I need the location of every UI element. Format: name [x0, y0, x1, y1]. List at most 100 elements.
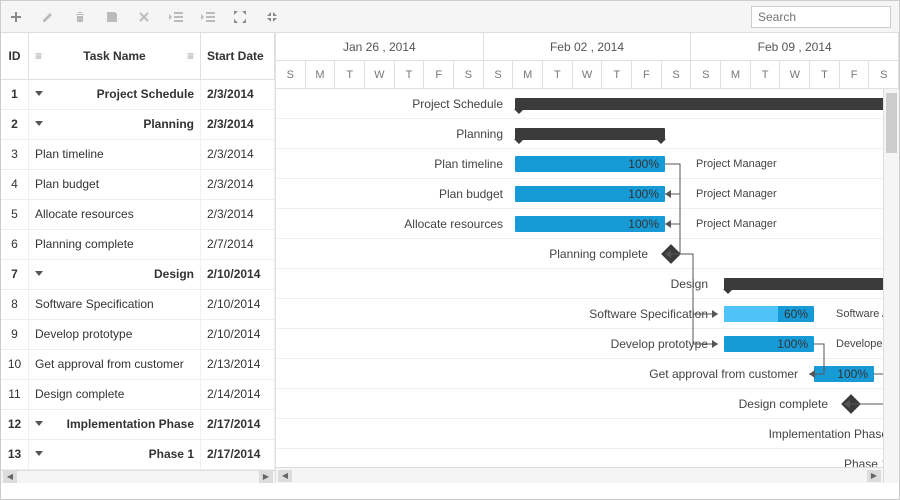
- table-row[interactable]: 3 Plan timeline 2/3/2014: [1, 140, 275, 170]
- day-header: S: [276, 61, 306, 89]
- table-row[interactable]: 10 Get approval from customer 2/13/2014: [1, 350, 275, 380]
- resource-label: Project Manager: [696, 218, 777, 230]
- milestone-marker[interactable]: [661, 244, 681, 264]
- task-bar[interactable]: 100%: [515, 216, 665, 232]
- progress-label: 100%: [628, 217, 659, 231]
- table-row[interactable]: 4 Plan budget 2/3/2014: [1, 170, 275, 200]
- trash-icon[interactable]: [73, 10, 87, 24]
- summary-bar[interactable]: [515, 128, 665, 140]
- progress-label: 100%: [628, 157, 659, 171]
- search-input[interactable]: [751, 6, 891, 28]
- task-bar[interactable]: 60%: [724, 306, 814, 322]
- progress-label: 100%: [628, 187, 659, 201]
- indent-icon[interactable]: [201, 10, 215, 24]
- task-label: Software Specification: [276, 307, 716, 321]
- week-header: Feb 02 , 2014: [484, 33, 692, 61]
- day-header: T: [543, 61, 573, 89]
- gantt-row: Get approval from customer 100%: [276, 359, 899, 389]
- cell-id: 11: [1, 380, 29, 409]
- task-label: Planning: [276, 127, 511, 141]
- caret-icon[interactable]: [35, 271, 43, 276]
- table-row[interactable]: 6 Planning complete 2/7/2014: [1, 230, 275, 260]
- caret-icon[interactable]: [35, 91, 43, 96]
- table-row[interactable]: 2 Planning 2/3/2014: [1, 110, 275, 140]
- caret-icon[interactable]: [35, 421, 43, 426]
- cell-id: 6: [1, 230, 29, 259]
- cell-name: Get approval from customer: [29, 350, 201, 379]
- caret-icon[interactable]: [35, 121, 43, 126]
- day-header: S: [454, 61, 484, 89]
- cell-date: 2/10/2014: [201, 290, 275, 319]
- gantt-row: Planning: [276, 119, 899, 149]
- progress-label: 100%: [777, 337, 808, 351]
- cell-date: 2/3/2014: [201, 80, 275, 109]
- cell-id: 1: [1, 80, 29, 109]
- day-header: T: [751, 61, 781, 89]
- cell-date: 2/3/2014: [201, 140, 275, 169]
- cell-id: 3: [1, 140, 29, 169]
- day-header: T: [335, 61, 365, 89]
- task-bar[interactable]: 100%: [814, 366, 874, 382]
- day-header: T: [602, 61, 632, 89]
- col-id[interactable]: ID: [1, 33, 29, 79]
- resource-label: Developer: [836, 338, 886, 350]
- summary-bar[interactable]: [724, 278, 894, 290]
- gantt-row: Implementation Phase: [276, 419, 899, 449]
- day-header: S: [869, 61, 899, 89]
- cell-name: Plan budget: [29, 170, 201, 199]
- gantt-row: Plan budget100%Project Manager: [276, 179, 899, 209]
- close-icon[interactable]: [137, 10, 151, 24]
- table-row[interactable]: 1 Project Schedule 2/3/2014: [1, 80, 275, 110]
- pencil-icon[interactable]: [41, 10, 55, 24]
- table-row[interactable]: 7 Design 2/10/2014: [1, 260, 275, 290]
- summary-bar[interactable]: [515, 98, 895, 110]
- table-row[interactable]: 13 Phase 1 2/17/2014: [1, 440, 275, 470]
- day-header: F: [840, 61, 870, 89]
- day-header: M: [306, 61, 336, 89]
- gantt-chart: Jan 26 , 2014Feb 02 , 2014Feb 09 , 2014 …: [276, 33, 899, 483]
- table-row[interactable]: 11 Design complete 2/14/2014: [1, 380, 275, 410]
- task-label: Plan budget: [276, 187, 511, 201]
- task-label: Planning complete: [276, 247, 656, 261]
- gantt-row: Software Specification60%Software Analys…: [276, 299, 899, 329]
- task-bar[interactable]: 100%: [515, 156, 665, 172]
- task-bar[interactable]: 100%: [515, 186, 665, 202]
- cell-id: 7: [1, 260, 29, 289]
- gantt-scrollbar-v[interactable]: [883, 89, 899, 483]
- save-icon[interactable]: [105, 10, 119, 24]
- cell-name: Plan timeline: [29, 140, 201, 169]
- outdent-icon[interactable]: [169, 10, 183, 24]
- cell-name: Design complete: [29, 380, 201, 409]
- table-row[interactable]: 9 Develop prototype 2/10/2014: [1, 320, 275, 350]
- gantt-row: Develop prototype 100% Developer: [276, 329, 899, 359]
- task-label: Develop prototype: [276, 337, 716, 351]
- cell-id: 12: [1, 410, 29, 439]
- milestone-marker[interactable]: [841, 394, 861, 414]
- cell-date: 2/3/2014: [201, 200, 275, 229]
- col-name[interactable]: ≡Task Name≡: [29, 33, 201, 79]
- cell-id: 13: [1, 440, 29, 469]
- cell-name: Implementation Phase: [29, 410, 201, 439]
- task-label: Get approval from customer: [276, 367, 806, 381]
- grid-scrollbar-h[interactable]: ◀▶: [1, 470, 275, 483]
- collapse-icon[interactable]: [265, 10, 279, 24]
- progress-label: 60%: [784, 307, 808, 321]
- expand-icon[interactable]: [233, 10, 247, 24]
- col-date[interactable]: Start Date: [201, 33, 275, 79]
- cell-id: 9: [1, 320, 29, 349]
- cell-date: 2/13/2014: [201, 350, 275, 379]
- gantt-row: Plan timeline100%Project Manager: [276, 149, 899, 179]
- cell-date: 2/10/2014: [201, 260, 275, 289]
- table-row[interactable]: 8 Software Specification 2/10/2014: [1, 290, 275, 320]
- cell-id: 8: [1, 290, 29, 319]
- task-bar[interactable]: 100%: [724, 336, 814, 352]
- caret-icon[interactable]: [35, 451, 43, 456]
- cell-id: 4: [1, 170, 29, 199]
- table-row[interactable]: 5 Allocate resources 2/3/2014: [1, 200, 275, 230]
- plus-icon[interactable]: [9, 10, 23, 24]
- progress-label: 100%: [837, 367, 868, 381]
- gantt-scrollbar-h[interactable]: ◀▶: [276, 467, 883, 483]
- task-grid: ID ≡Task Name≡ Start Date 1 Project Sche…: [1, 33, 276, 483]
- cell-name: Develop prototype: [29, 320, 201, 349]
- table-row[interactable]: 12 Implementation Phase 2/17/2014: [1, 410, 275, 440]
